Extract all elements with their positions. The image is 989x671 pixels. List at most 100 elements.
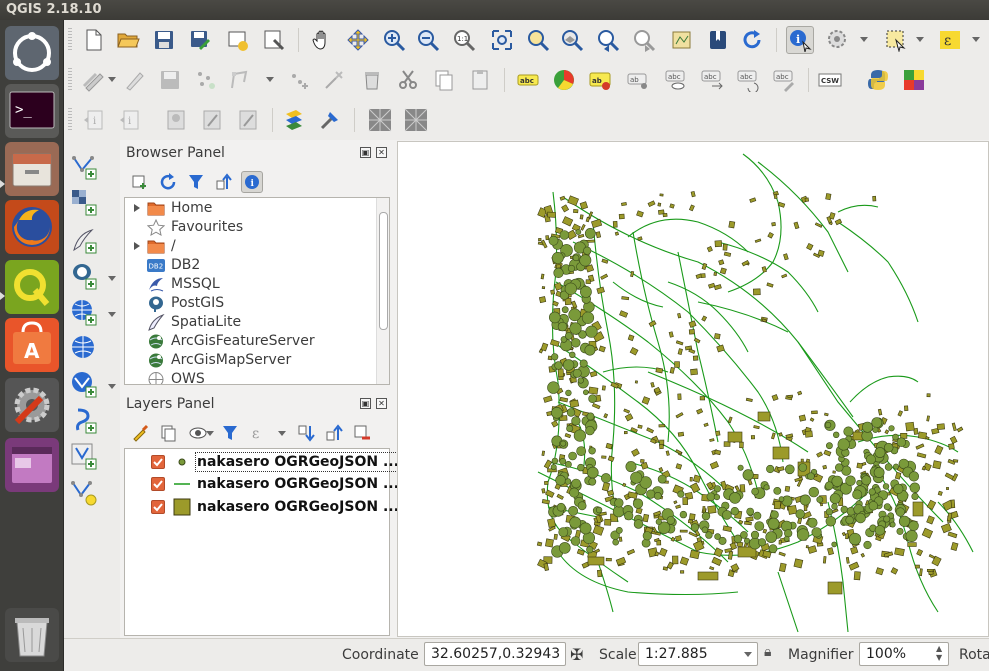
open-project-icon[interactable] [114, 26, 142, 54]
csw-icon[interactable]: CSW [816, 66, 844, 94]
new-map-view-icon[interactable] [668, 26, 696, 54]
svg-annotation-icon[interactable] [162, 106, 190, 134]
composer-manager-icon[interactable] [260, 26, 288, 54]
diagram-options-icon[interactable] [550, 66, 578, 94]
workspace-switcher-icon[interactable] [5, 438, 59, 492]
browser-item-root[interactable]: / [125, 237, 375, 256]
raster-layer-icon[interactable] [280, 106, 308, 134]
lock-scale-icon[interactable]: 🔒︎ [764, 644, 771, 660]
show-hide-labels-icon[interactable]: abc [662, 66, 690, 94]
browser-item-db2[interactable]: DB2 DB2 [125, 256, 375, 275]
raster-calculator-icon[interactable] [402, 106, 430, 134]
zoom-last-icon[interactable] [594, 26, 622, 54]
plugin-icon[interactable] [900, 66, 928, 94]
browser-panel-float-button[interactable]: ▣ [360, 147, 371, 158]
change-label-icon[interactable]: abc [770, 66, 798, 94]
browser-tree[interactable]: Home Favourites / DB2 DB2 MSSQL PostGIS … [124, 197, 390, 385]
add-feature-icon[interactable] [192, 66, 220, 94]
add-delimited-text-layer-icon[interactable] [70, 406, 98, 434]
select-features-icon[interactable] [882, 26, 910, 54]
copy-features-icon[interactable] [430, 66, 458, 94]
pan-map-icon[interactable] [308, 26, 336, 54]
new-project-icon[interactable] [80, 26, 108, 54]
add-group-icon[interactable] [157, 422, 179, 444]
browser-item-mssql[interactable]: MSSQL [125, 275, 375, 294]
scale-combobox[interactable]: 1:27.885 [638, 642, 758, 666]
add-wfs-layer-icon[interactable] [70, 370, 98, 398]
gdal-tools-icon[interactable] [316, 106, 344, 134]
firefox-icon[interactable] [5, 200, 59, 254]
add-vector-layer-icon[interactable] [70, 152, 98, 180]
current-edits-icon[interactable] [80, 66, 108, 94]
save-as-icon[interactable] [186, 26, 214, 54]
dash-home-button[interactable] [5, 26, 59, 80]
browser-refresh-icon[interactable] [157, 171, 179, 193]
move-label-icon[interactable]: abc [698, 66, 726, 94]
browser-item-arcgis-feature-server[interactable]: ArcGisFeatureServer [125, 332, 375, 351]
add-wcs-layer-icon[interactable] [70, 334, 98, 362]
toggle-editing-icon[interactable] [120, 66, 148, 94]
expand-arrow-icon[interactable] [134, 204, 140, 212]
zoom-in-icon[interactable] [380, 26, 408, 54]
cut-features-icon[interactable] [394, 66, 422, 94]
text-annotation-icon[interactable]: i [80, 106, 108, 134]
move-annotation-icon[interactable] [234, 106, 262, 134]
layers-panel-close-button[interactable]: ✕ [376, 398, 387, 409]
highlight-pinned-labels-icon[interactable]: ab [586, 66, 614, 94]
select-by-expression-icon[interactable]: ε [936, 26, 964, 54]
delete-part-icon[interactable] [320, 66, 348, 94]
browser-item-favourites[interactable]: Favourites [125, 218, 375, 237]
add-virtual-layer-icon[interactable] [70, 442, 98, 470]
add-wms-layer-icon[interactable] [70, 298, 98, 326]
coordinate-toggle-icon[interactable]: ✠ [570, 645, 583, 664]
layer-row[interactable]: nakasero OGRGeoJSON ... [125, 473, 399, 495]
trash-icon[interactable] [5, 608, 59, 662]
qgis-icon[interactable] [5, 260, 59, 314]
new-shapefile-layer-icon[interactable] [70, 478, 98, 506]
browser-item-spatialite[interactable]: SpatiaLite [125, 313, 375, 332]
georeferencer-icon[interactable] [366, 106, 394, 134]
zoom-native-resolution-icon[interactable]: 1:1 [450, 26, 478, 54]
refresh-icon[interactable] [738, 26, 766, 54]
paste-features-icon[interactable] [466, 66, 494, 94]
terminal-icon[interactable]: >_ [5, 84, 59, 138]
map-canvas[interactable] [397, 141, 989, 637]
browser-filter-icon[interactable] [185, 171, 207, 193]
layers-panel-float-button[interactable]: ▣ [360, 398, 371, 409]
add-postgis-layer-icon[interactable] [70, 262, 98, 290]
layer-visibility-checkbox[interactable] [151, 500, 165, 514]
browser-collapse-all-icon[interactable] [213, 171, 235, 193]
remove-layer-icon[interactable] [351, 422, 373, 444]
magnifier-stepper-icon[interactable]: ▲ ▼ [936, 644, 942, 662]
filter-legend-icon[interactable] [219, 422, 241, 444]
add-spatialite-layer-icon[interactable] [70, 226, 98, 254]
zoom-next-icon[interactable] [630, 26, 658, 54]
layer-row[interactable]: nakasero OGRGeoJSON ... [125, 496, 399, 518]
zoom-out-icon[interactable] [414, 26, 442, 54]
browser-item-home[interactable]: Home [125, 199, 375, 218]
form-annotation-icon[interactable] [198, 106, 226, 134]
identify-features-icon[interactable]: i [786, 26, 814, 54]
expand-all-icon[interactable] [295, 422, 317, 444]
pin-labels-icon[interactable]: ab [624, 66, 652, 94]
layer-visibility-checkbox[interactable] [151, 455, 165, 469]
layer-styling-icon[interactable] [129, 422, 151, 444]
browser-item-arcgis-map-server[interactable]: ArcGisMapServer [125, 351, 375, 370]
browser-item-ows[interactable]: OWS [125, 370, 375, 384]
layer-row[interactable]: nakasero OGRGeoJSON ... [125, 451, 404, 473]
software-center-icon[interactable]: A [5, 318, 59, 372]
browser-properties-icon[interactable]: i [241, 171, 263, 193]
add-raster-layer-icon[interactable] [70, 188, 98, 216]
browser-scrollbar[interactable] [376, 198, 389, 384]
layer-labeling-options-icon[interactable]: abc [514, 66, 542, 94]
files-icon[interactable] [5, 142, 59, 196]
new-print-composer-icon[interactable] [224, 26, 252, 54]
pan-to-selection-icon[interactable] [344, 26, 372, 54]
python-console-icon[interactable] [864, 66, 892, 94]
system-settings-icon[interactable] [5, 378, 59, 432]
html-annotation-icon[interactable]: i [116, 106, 144, 134]
save-project-icon[interactable] [150, 26, 178, 54]
layers-tree[interactable]: nakasero OGRGeoJSON ... nakasero OGRGeoJ… [124, 448, 404, 636]
zoom-full-icon[interactable] [488, 26, 516, 54]
browser-item-postgis[interactable]: PostGIS [125, 294, 375, 313]
